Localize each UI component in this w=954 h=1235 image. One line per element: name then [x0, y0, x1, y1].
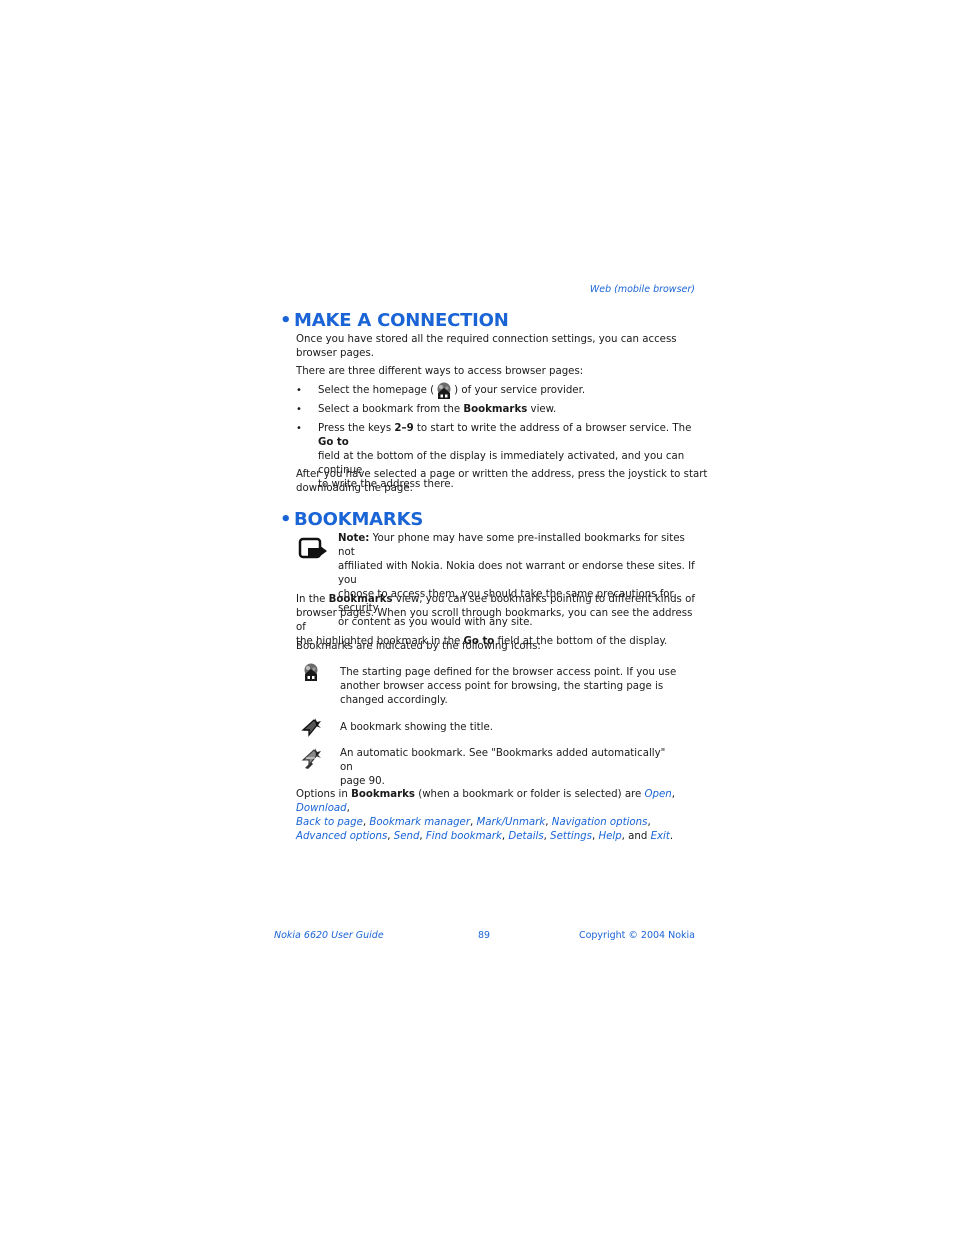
text: (when a bookmark or folder is selected) …: [414, 789, 645, 800]
bullet-item-homepage: Select the homepage ( ) of your service …: [318, 382, 586, 400]
heading-bullet: •: [280, 310, 292, 331]
option-link-exit[interactable]: Exit: [651, 831, 670, 842]
options-paragraph: Options in Bookmarks (when a bookmark or…: [296, 789, 675, 842]
text: Press the keys: [318, 423, 395, 434]
starting-page-icon: [301, 663, 321, 682]
section-heading-bookmarks: • BOOKMARKS: [280, 509, 423, 530]
bullet-item-bookmarks: Select a bookmark from the Bookmarks vie…: [318, 403, 556, 417]
bold-term: Bookmarks: [351, 789, 415, 800]
note-icon: [298, 537, 328, 561]
text-line: After you have selected a page or writte…: [296, 469, 708, 480]
bold-term: 2–9: [394, 423, 414, 434]
text-line: affiliated with Nokia. Nokia does not wa…: [338, 561, 695, 586]
icon-description-bookmark-title: A bookmark showing the title.: [340, 722, 493, 733]
text-line: browser pages.: [296, 348, 374, 359]
page-number: 89: [477, 930, 491, 941]
heading-bullet: •: [280, 509, 292, 530]
heading-text: BOOKMARKS: [294, 509, 424, 530]
option-link-send[interactable]: Send: [394, 831, 420, 842]
icons-intro: Bookmarks are indicated by the following…: [296, 641, 541, 652]
section-heading-make-connection: • MAKE A CONNECTION: [280, 310, 509, 331]
note-label: Note:: [338, 533, 370, 544]
text: Your phone may have some pre-installed b…: [338, 533, 685, 558]
text: In the: [296, 594, 329, 605]
bullet-marker: •: [296, 385, 302, 396]
text: Select the homepage (: [318, 385, 435, 396]
bold-term: Bookmarks: [463, 404, 528, 415]
text: view, you can see bookmarks pointing to …: [392, 594, 695, 605]
bold-term: Bookmarks: [328, 594, 393, 605]
footer-guide-title: Nokia 6620 User Guide: [274, 930, 384, 941]
text: and: [628, 831, 648, 842]
bullet-marker: •: [296, 404, 302, 415]
option-link-details[interactable]: Details: [508, 831, 543, 842]
text-line: An automatic bookmark. See "Bookmarks ad…: [340, 748, 666, 773]
bullet-marker: •: [296, 423, 302, 434]
heading-text: MAKE A CONNECTION: [294, 310, 509, 331]
option-link-help[interactable]: Help: [598, 831, 621, 842]
option-link-advanced-options[interactable]: Advanced options: [296, 831, 387, 842]
option-link-open[interactable]: Open: [645, 789, 672, 800]
running-header: Web (mobile browser): [589, 284, 695, 295]
bold-term: Go to: [318, 437, 349, 448]
text: view.: [527, 404, 557, 415]
option-link-bookmark-manager[interactable]: Bookmark manager: [369, 817, 470, 828]
automatic-bookmark-icon: [301, 746, 323, 770]
after-paragraph: After you have selected a page or writte…: [296, 468, 707, 496]
option-link-settings[interactable]: Settings: [550, 831, 592, 842]
text-line: downloading the page.: [296, 483, 413, 494]
option-link-download[interactable]: Download: [296, 803, 347, 814]
text-line: browser pages. When you scroll through b…: [296, 608, 693, 633]
intro-paragraph: Once you have stored all the required co…: [296, 333, 677, 361]
icon-description-automatic-bookmark: An automatic bookmark. See "Bookmarks ad…: [340, 747, 680, 789]
ways-intro: There are three different ways to access…: [296, 366, 584, 377]
option-link-mark-unmark[interactable]: Mark/Unmark: [477, 817, 546, 828]
footer-copyright: Copyright © 2004 Nokia: [578, 930, 695, 941]
text-line: another browser access point for browsin…: [340, 681, 664, 692]
text-line: The starting page defined for the browse…: [340, 667, 677, 678]
homepage-icon: [434, 382, 454, 400]
text: ) of your service provider.: [454, 385, 586, 396]
icon-description-starting-page: The starting page defined for the browse…: [340, 666, 680, 708]
text: to start to write the address of a brows…: [413, 423, 692, 434]
option-link-navigation-options[interactable]: Navigation options: [552, 817, 648, 828]
text-line: Once you have stored all the required co…: [296, 334, 677, 345]
option-link-back-to-page[interactable]: Back to page: [296, 817, 363, 828]
option-link-find-bookmark[interactable]: Find bookmark: [426, 831, 502, 842]
text: Options in: [296, 789, 352, 800]
text: Select a bookmark from the: [318, 404, 464, 415]
bookmark-title-icon: [301, 716, 323, 738]
text-line: page 90.: [340, 776, 385, 787]
text-line: changed accordingly.: [340, 695, 448, 706]
